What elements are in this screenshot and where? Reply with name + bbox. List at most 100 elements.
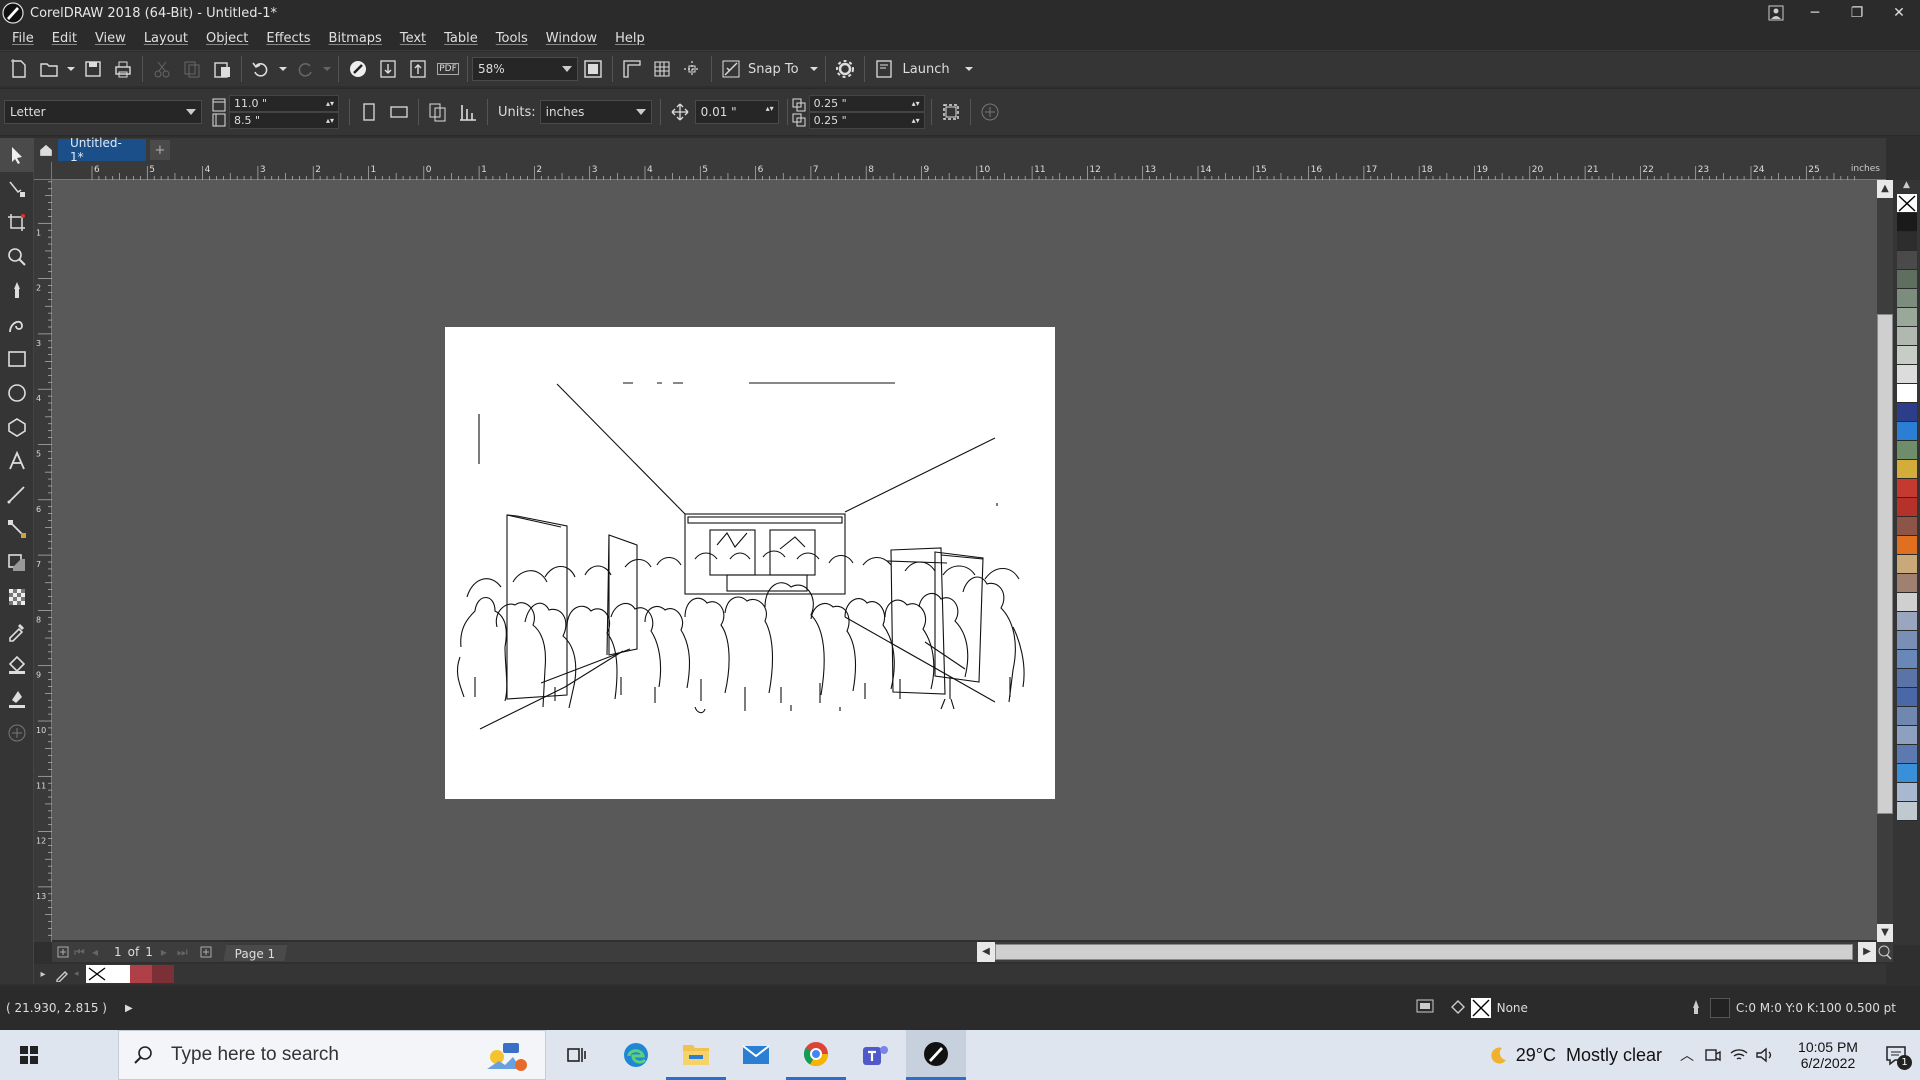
- palette-swatch-10[interactable]: [1896, 403, 1917, 422]
- palette-swatch-9[interactable]: [1896, 384, 1917, 403]
- palette-swatch-26[interactable]: [1896, 707, 1917, 726]
- ellipse-tool-icon[interactable]: [0, 376, 34, 410]
- status-expand-icon[interactable]: ▶: [125, 1003, 133, 1014]
- doc-swatch-red[interactable]: [130, 965, 152, 983]
- palette-swatch-14[interactable]: [1896, 479, 1917, 498]
- document-tab-untitled[interactable]: Untitled-1*: [58, 136, 146, 164]
- show-guidelines-icon[interactable]: [677, 55, 707, 83]
- search-content-icon[interactable]: [343, 55, 373, 83]
- horizontal-scroll-thumb[interactable]: [995, 944, 1853, 960]
- current-page-icon[interactable]: [453, 98, 483, 126]
- palette-swatch-13[interactable]: [1896, 460, 1917, 479]
- duplicate-y-field[interactable]: 0.25 " ▴▾: [808, 112, 925, 129]
- scroll-right-arrow-icon[interactable]: ▶: [1858, 942, 1876, 962]
- document-palette-expand-icon[interactable]: ▸: [34, 969, 52, 980]
- copy-icon[interactable]: [177, 55, 207, 83]
- nudge-field[interactable]: 0.01 " ▴▾: [694, 100, 779, 124]
- page-size-combo[interactable]: Letter: [4, 100, 202, 124]
- show-grid-icon[interactable]: [647, 55, 677, 83]
- vertical-scroll-thumb[interactable]: [1877, 314, 1893, 814]
- undo-dropdown-chevron-icon[interactable]: [276, 55, 290, 83]
- redo-icon[interactable]: [290, 55, 320, 83]
- drop-shadow-tool-icon[interactable]: [0, 546, 34, 580]
- show-hidden-icons-chevron-icon[interactable]: ︿: [1674, 1045, 1700, 1065]
- add-property-icon[interactable]: [975, 98, 1005, 126]
- palette-swatch-16[interactable]: [1896, 517, 1917, 536]
- page-tab-1[interactable]: Page 1: [223, 943, 287, 961]
- menu-bitmaps[interactable]: Bitmaps: [323, 31, 394, 46]
- options-gear-icon[interactable]: [830, 55, 860, 83]
- scroll-left-arrow-icon[interactable]: ◀: [977, 942, 995, 962]
- last-page-icon[interactable]: ⏭: [177, 945, 195, 960]
- palette-swatch-23[interactable]: [1896, 650, 1917, 669]
- teams-icon[interactable]: [846, 1030, 906, 1080]
- fill-indicator-icon[interactable]: [1449, 998, 1471, 1019]
- windows-start-icon[interactable]: [0, 1030, 58, 1080]
- weather-temperature[interactable]: 29°C: [1516, 1045, 1556, 1066]
- prev-page-icon[interactable]: ◂: [92, 945, 106, 959]
- menu-view[interactable]: View: [89, 31, 138, 46]
- rectangle-tool-icon[interactable]: [0, 342, 34, 376]
- zoom-level-combo[interactable]: 58%: [472, 57, 578, 81]
- palette-swatch-17[interactable]: [1896, 536, 1917, 555]
- user-account-icon[interactable]: [1758, 0, 1794, 26]
- add-page-after-icon[interactable]: [195, 946, 217, 958]
- freehand-tool-icon[interactable]: [0, 274, 34, 308]
- palette-swatch-1[interactable]: [1896, 232, 1917, 251]
- dimension-tool-icon[interactable]: [0, 478, 34, 512]
- palette-swatch-15[interactable]: [1896, 498, 1917, 517]
- doc-swatch-white[interactable]: [108, 965, 130, 983]
- palette-swatch-19[interactable]: [1896, 574, 1917, 593]
- palette-swatch-20[interactable]: [1896, 593, 1917, 612]
- save-icon[interactable]: [78, 55, 108, 83]
- palette-swatch-30[interactable]: [1896, 783, 1917, 802]
- mail-icon[interactable]: [726, 1030, 786, 1080]
- no-color-swatch[interactable]: [1896, 194, 1917, 213]
- close-button[interactable]: ✕: [1878, 0, 1920, 26]
- palette-eyedropper-icon[interactable]: [52, 966, 74, 982]
- meet-now-icon[interactable]: [1700, 1046, 1726, 1064]
- landscape-icon[interactable]: [384, 98, 414, 126]
- palette-swatch-12[interactable]: [1896, 441, 1917, 460]
- zoom-tool-icon[interactable]: [0, 240, 34, 274]
- show-rulers-icon[interactable]: [617, 55, 647, 83]
- full-screen-preview-icon[interactable]: [578, 55, 608, 83]
- menu-window[interactable]: Window: [540, 31, 609, 46]
- cut-icon[interactable]: [147, 55, 177, 83]
- zoom-navigator-icon[interactable]: [1877, 943, 1893, 961]
- menu-effects[interactable]: Effects: [260, 31, 322, 46]
- chrome-browser-icon[interactable]: [786, 1030, 846, 1080]
- palette-swatch-24[interactable]: [1896, 669, 1917, 688]
- taskbar-search-box[interactable]: Type here to search: [118, 1030, 546, 1080]
- menu-file[interactable]: File: [6, 31, 46, 46]
- open-dropdown-chevron-icon[interactable]: [64, 55, 78, 83]
- crowd-sketch-drawing[interactable]: [445, 327, 1055, 799]
- palette-swatch-8[interactable]: [1896, 365, 1917, 384]
- artistic-media-tool-icon[interactable]: [0, 308, 34, 342]
- snap-to-label[interactable]: Snap To: [748, 62, 799, 77]
- next-page-icon[interactable]: ▸: [161, 945, 177, 959]
- menu-help[interactable]: Help: [609, 31, 657, 46]
- palette-swatch-11[interactable]: [1896, 422, 1917, 441]
- palette-swatch-31[interactable]: [1896, 802, 1917, 821]
- drawing-page[interactable]: [445, 327, 1055, 799]
- palette-swatch-0[interactable]: [1896, 213, 1917, 232]
- menu-tools[interactable]: Tools: [490, 31, 540, 46]
- add-tool-icon[interactable]: [0, 716, 34, 750]
- menu-layout[interactable]: Layout: [138, 31, 200, 46]
- transparency-tool-icon[interactable]: [0, 580, 34, 614]
- task-view-icon[interactable]: [546, 1030, 606, 1080]
- polygon-tool-icon[interactable]: [0, 410, 34, 444]
- menu-edit[interactable]: Edit: [46, 31, 89, 46]
- color-proofing-icon[interactable]: [1415, 998, 1437, 1019]
- edge-browser-icon[interactable]: [606, 1030, 666, 1080]
- palette-scroll-up-icon[interactable]: ▲: [1893, 180, 1920, 194]
- document-palette-scroll-left-icon[interactable]: ◂: [74, 969, 86, 979]
- palette-swatch-2[interactable]: [1896, 251, 1917, 270]
- palette-swatch-28[interactable]: [1896, 745, 1917, 764]
- launch-app-icon[interactable]: [869, 55, 899, 83]
- palette-swatch-6[interactable]: [1896, 327, 1917, 346]
- text-tool-icon[interactable]: [0, 444, 34, 478]
- page-width-field[interactable]: 11.0 " ▴▾: [229, 95, 339, 112]
- palette-swatch-7[interactable]: [1896, 346, 1917, 365]
